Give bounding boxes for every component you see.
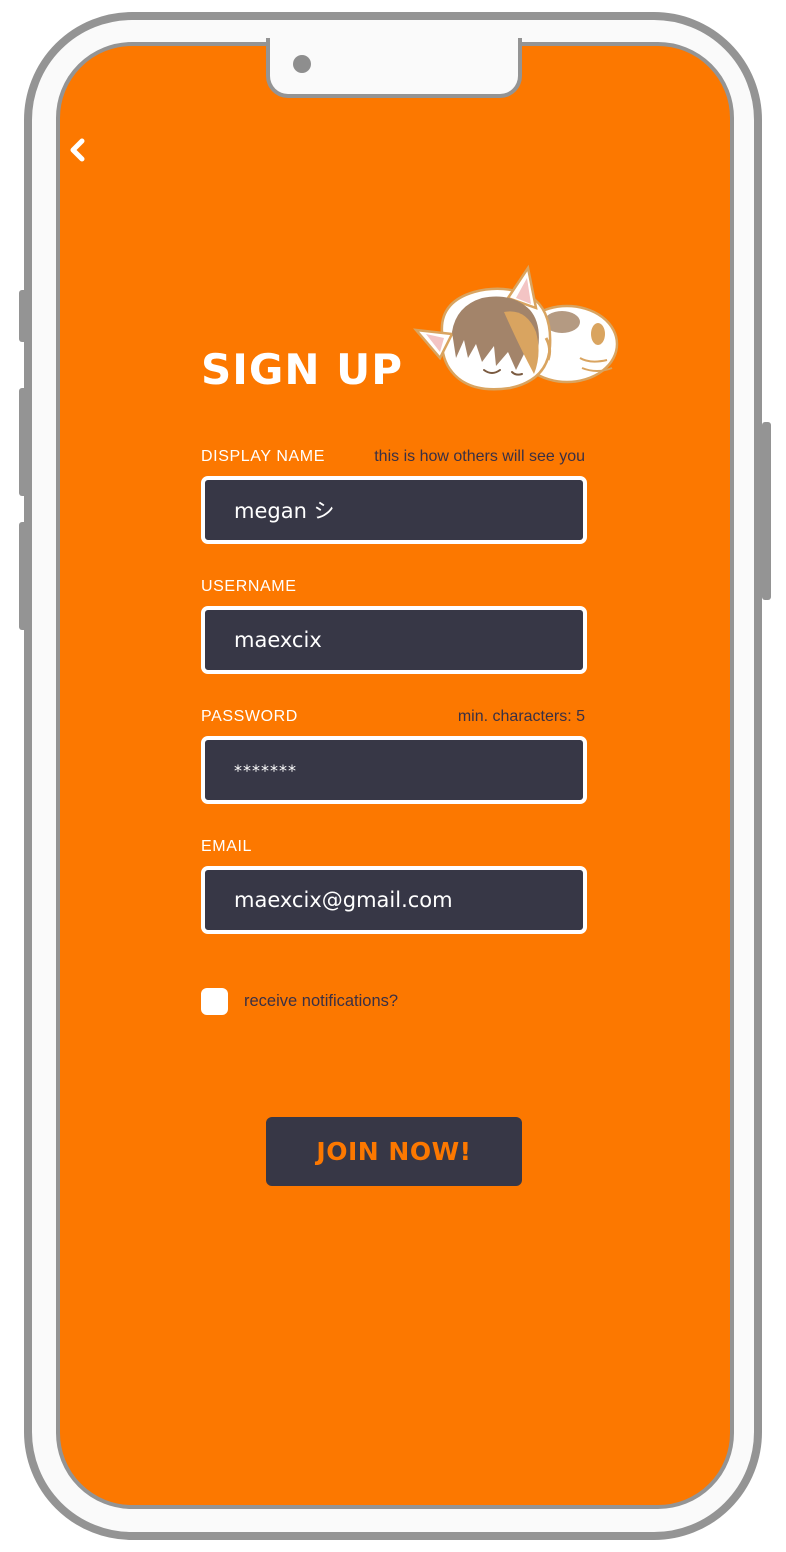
page-title: SIGN UP	[201, 345, 404, 394]
display-name-label: DISPLAY NAME	[201, 448, 325, 465]
notch-edge	[270, 38, 518, 48]
phone-side-button-power	[762, 422, 771, 600]
display-name-input[interactable]	[201, 476, 587, 544]
notifications-label: receive notifications?	[244, 991, 399, 1010]
email-input[interactable]	[201, 866, 587, 934]
username-label: USERNAME	[201, 578, 297, 595]
front-camera	[293, 55, 311, 73]
sleeping-cat-illustration	[412, 264, 619, 391]
password-hint: min. characters: 5	[457, 708, 585, 725]
join-now-button[interactable]: JOIN NOW!	[266, 1117, 522, 1186]
notifications-option[interactable]: receive notifications?	[201, 987, 398, 1015]
chevron-left-icon	[70, 138, 85, 162]
notifications-checkbox[interactable]	[201, 987, 228, 1015]
username-input[interactable]	[201, 606, 587, 674]
email-label: EMAIL	[201, 838, 253, 855]
back-button[interactable]	[62, 134, 94, 166]
password-input[interactable]	[201, 736, 587, 804]
password-label: PASSWORD	[201, 708, 298, 725]
display-name-hint: this is how others will see you	[374, 448, 585, 465]
